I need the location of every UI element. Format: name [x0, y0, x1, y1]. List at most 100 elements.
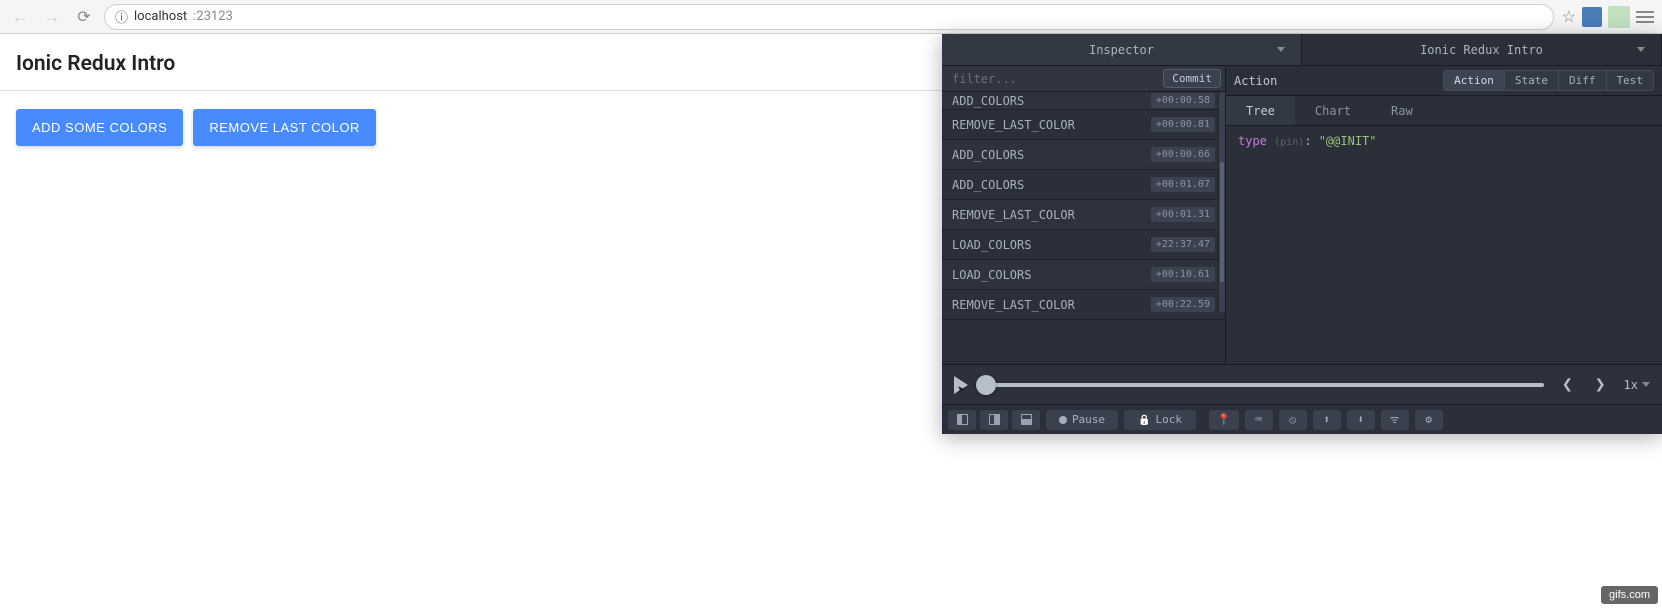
info-icon: ⓘ	[115, 7, 128, 26]
action-time: +00:22.59	[1151, 297, 1215, 312]
lock-changes-button[interactable]: Lock	[1124, 410, 1196, 430]
action-row[interactable]: LOAD_COLORS +00:10.61	[942, 260, 1225, 290]
playback-speed[interactable]: 1x	[1624, 378, 1650, 392]
action-name: REMOVE_LAST_COLOR	[952, 298, 1075, 312]
step-back-button[interactable]: ❮	[1558, 374, 1577, 395]
view-action-button[interactable]: Action	[1444, 71, 1505, 90]
view-test-button[interactable]: Test	[1607, 71, 1654, 90]
gear-icon: ⚙	[1425, 413, 1432, 426]
layout-left-icon	[957, 414, 968, 425]
actions-scrollbar[interactable]	[1218, 92, 1225, 312]
persist-button[interactable]: ⦸	[1279, 410, 1307, 430]
chrome-menu-icon[interactable]	[1636, 8, 1654, 26]
pin-icon: 📍	[1217, 413, 1231, 426]
action-name: REMOVE_LAST_COLOR	[952, 208, 1075, 222]
lock-label: Lock	[1155, 413, 1182, 426]
inspector-head: Action Action State Diff Test	[1226, 66, 1662, 96]
url-bar[interactable]: ⓘ localhost:23123	[104, 4, 1554, 30]
tree-line[interactable]: type (pin): "@@INIT"	[1238, 134, 1650, 148]
view-buttons: Action State Diff Test	[1443, 70, 1654, 91]
redux-devtools-panel: Inspector Ionic Redux Intro Commit ADD_C…	[942, 34, 1662, 434]
download-icon: ⬇	[1357, 413, 1364, 426]
action-row[interactable]: ADD_COLORS +00:00.58	[942, 92, 1225, 110]
pause-recording-button[interactable]: Pause	[1046, 410, 1118, 430]
url-port: :23123	[193, 9, 233, 24]
profile-avatar-icon[interactable]	[1608, 6, 1630, 28]
view-state-button[interactable]: State	[1505, 71, 1559, 90]
action-row[interactable]: LOAD_COLORS +22:37.47	[942, 230, 1225, 260]
tree-key: type	[1238, 134, 1267, 148]
forward-button[interactable]: →	[40, 5, 64, 29]
devtools-top-tabs: Inspector Ionic Redux Intro	[942, 34, 1662, 66]
extension-icon[interactable]	[1582, 7, 1602, 27]
clock-off-icon: ⦸	[1289, 413, 1296, 427]
pin-label[interactable]: (pin)	[1274, 137, 1304, 148]
commit-button[interactable]: Commit	[1163, 69, 1221, 88]
action-time: +00:01.07	[1151, 177, 1215, 192]
lock-icon	[1138, 413, 1150, 426]
slider-thumb[interactable]	[976, 375, 996, 395]
view-diff-button[interactable]: Diff	[1559, 71, 1607, 90]
reload-button[interactable]: ⟳	[72, 5, 96, 29]
tree-content: type (pin): "@@INIT"	[1226, 126, 1662, 364]
format-chart-tab[interactable]: Chart	[1295, 96, 1371, 125]
action-row[interactable]: REMOVE_LAST_COLOR +00:01.31	[942, 200, 1225, 230]
tree-value: "@@INIT"	[1319, 134, 1377, 148]
dispatch-button[interactable]: ⌨	[1245, 410, 1273, 430]
action-row[interactable]: ADD_COLORS +00:00.66	[942, 140, 1225, 170]
action-row[interactable]: REMOVE_LAST_COLOR +00:00.81	[942, 110, 1225, 140]
scrollbar-thumb[interactable]	[1220, 162, 1224, 282]
export-button[interactable]: ⬆	[1313, 410, 1341, 430]
action-name: REMOVE_LAST_COLOR	[952, 118, 1075, 132]
layout-left-button[interactable]	[948, 410, 976, 430]
actions-list[interactable]: ADD_COLORS +00:00.58 REMOVE_LAST_COLOR +…	[942, 92, 1225, 364]
action-time: +00:00.81	[1151, 117, 1215, 132]
action-name: ADD_COLORS	[952, 178, 1024, 192]
action-name: LOAD_COLORS	[952, 238, 1031, 252]
action-name: ADD_COLORS	[952, 148, 1024, 162]
pin-button[interactable]: 📍	[1209, 410, 1239, 430]
settings-button[interactable]: ⚙	[1415, 410, 1443, 430]
inspector-tab[interactable]: Inspector	[942, 34, 1302, 65]
inspector-title: Action	[1234, 74, 1435, 88]
action-time: +00:10.61	[1151, 267, 1215, 282]
page-body: Ionic Redux Intro ADD SOME COLORS REMOVE…	[0, 34, 1662, 608]
remote-button[interactable]: ᯤ	[1381, 410, 1409, 430]
bottom-toolbar: Pause Lock 📍 ⌨ ⦸ ⬆ ⬇ ᯤ ⚙	[942, 404, 1662, 434]
layout-bottom-icon	[1021, 414, 1032, 425]
format-tabs: Tree Chart Raw	[1226, 96, 1662, 126]
keyboard-icon: ⌨	[1255, 413, 1262, 426]
import-button[interactable]: ⬇	[1347, 410, 1375, 430]
watermark: gifs.com	[1601, 586, 1658, 604]
action-time: +00:00.66	[1151, 147, 1215, 162]
filter-row: Commit	[942, 66, 1225, 92]
layout-bottom-button[interactable]	[1012, 410, 1040, 430]
filter-input[interactable]	[942, 72, 1163, 86]
bookmark-star-icon[interactable]: ☆	[1562, 7, 1576, 26]
action-time: +22:37.47	[1151, 237, 1215, 252]
add-colors-button[interactable]: ADD SOME COLORS	[16, 109, 183, 146]
remove-last-color-button[interactable]: REMOVE LAST COLOR	[193, 109, 376, 146]
action-time: +00:00.58	[1151, 93, 1215, 108]
pause-label: Pause	[1072, 413, 1105, 426]
action-row[interactable]: REMOVE_LAST_COLOR +00:22.59	[942, 290, 1225, 320]
action-time: +00:01.31	[1151, 207, 1215, 222]
actions-pane: Commit ADD_COLORS +00:00.58 REMOVE_LAST_…	[942, 66, 1226, 364]
format-tree-tab[interactable]: Tree	[1226, 96, 1295, 125]
layout-right-button[interactable]	[980, 410, 1008, 430]
time-slider[interactable]	[986, 383, 1544, 387]
instance-tab[interactable]: Ionic Redux Intro	[1302, 34, 1662, 65]
play-button[interactable]	[954, 376, 968, 394]
instance-tab-label: Ionic Redux Intro	[1420, 43, 1543, 57]
action-name: LOAD_COLORS	[952, 268, 1031, 282]
record-dot-icon	[1059, 416, 1067, 424]
browser-chrome: ← → ⟳ ⓘ localhost:23123 ☆	[0, 0, 1662, 34]
upload-icon: ⬆	[1323, 413, 1330, 426]
player-row: ➤ ❮ ❯ 1x	[942, 364, 1662, 404]
format-raw-tab[interactable]: Raw	[1371, 96, 1433, 125]
back-button[interactable]: ←	[8, 5, 32, 29]
step-forward-button[interactable]: ❯	[1591, 374, 1610, 395]
action-row[interactable]: ADD_COLORS +00:01.07	[942, 170, 1225, 200]
inspector-tab-label: Inspector	[1089, 43, 1154, 57]
layout-right-icon	[989, 414, 1000, 425]
